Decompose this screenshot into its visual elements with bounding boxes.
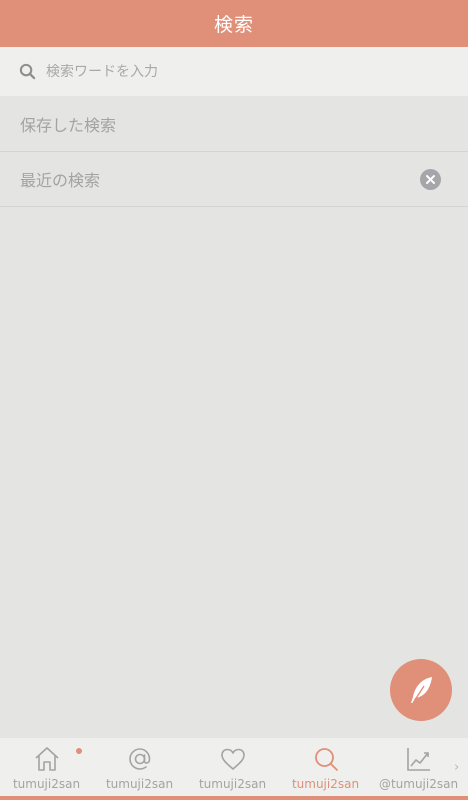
- tab-search[interactable]: tumuji2san: [279, 738, 372, 796]
- clear-recent-button[interactable]: [420, 169, 441, 190]
- quill-feather-icon: [411, 677, 432, 704]
- compose-tweet-button[interactable]: [390, 659, 452, 721]
- tab-label: @tumuji2san: [378, 777, 459, 791]
- tab-label: tumuji2san: [198, 777, 267, 791]
- tab-label: tumuji2san: [105, 777, 174, 791]
- tab-bar-accent-line: [0, 796, 468, 800]
- more-tabs-arrow[interactable]: ›: [454, 760, 459, 775]
- search-input[interactable]: [46, 63, 426, 80]
- heart-icon: [220, 748, 245, 770]
- page-title: 検索: [213, 14, 254, 36]
- home-icon: [34, 747, 59, 771]
- search-icon: [19, 63, 36, 80]
- search-icon: [314, 748, 338, 771]
- tab-activity[interactable]: @tumuji2san: [372, 738, 465, 796]
- tab-home[interactable]: tumuji2san: [0, 738, 93, 796]
- app-header: 検索: [0, 0, 468, 47]
- notification-dot: [76, 748, 82, 754]
- tab-label: tumuji2san: [291, 777, 360, 791]
- search-bar[interactable]: [0, 47, 468, 96]
- saved-searches-row[interactable]: 保存した検索: [0, 97, 468, 152]
- at-mention-icon: [128, 748, 150, 770]
- tab-label: tumuji2san: [12, 777, 81, 791]
- recent-searches-row: 最近の検索: [0, 152, 468, 207]
- bottom-tab-bar: tumuji2san tumuji2san tumuji2san tumuji2…: [0, 738, 468, 800]
- tab-mentions[interactable]: tumuji2san: [93, 738, 186, 796]
- saved-searches-label: 保存した検索: [20, 116, 117, 135]
- chart-icon: [406, 748, 430, 771]
- tab-likes[interactable]: tumuji2san: [186, 738, 279, 796]
- recent-searches-label: 最近の検索: [20, 171, 101, 190]
- close-icon: [426, 175, 435, 184]
